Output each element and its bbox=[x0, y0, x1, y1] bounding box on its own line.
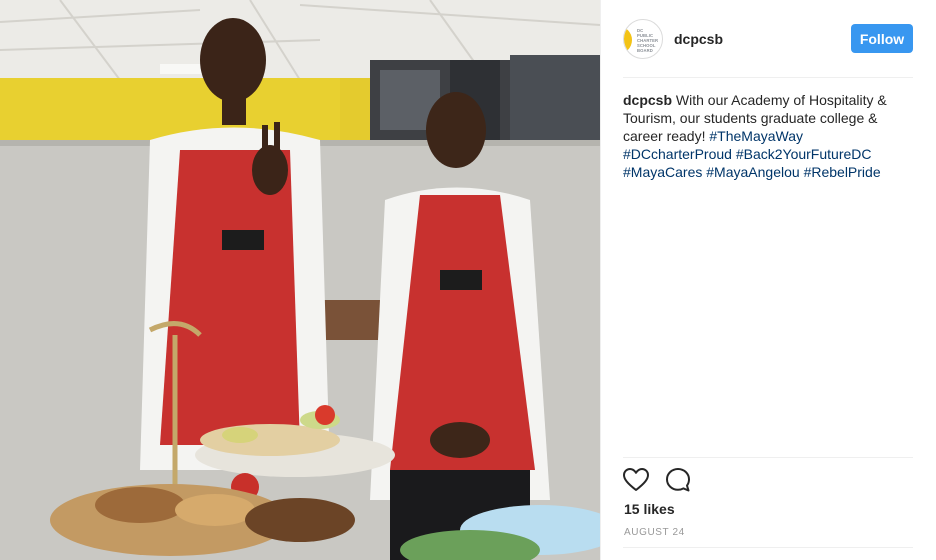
avatar-logo-text: DC PUBLIC CHARTER SCHOOL BOARD bbox=[637, 28, 659, 53]
avatar[interactable]: DC PUBLIC CHARTER SCHOOL BOARD bbox=[623, 19, 663, 59]
divider bbox=[623, 547, 913, 548]
hashtag-link[interactable]: #MayaCares bbox=[623, 164, 702, 180]
hashtag-link[interactable]: #MayaAngelou bbox=[706, 164, 799, 180]
post-header: DC PUBLIC CHARTER SCHOOL BOARD dcpcsb Fo… bbox=[623, 18, 913, 60]
divider bbox=[623, 457, 913, 458]
avatar-logo-ring bbox=[624, 26, 632, 54]
heart-icon[interactable] bbox=[623, 466, 649, 494]
caption-username[interactable]: dcpcsb bbox=[623, 92, 672, 108]
comment-icon[interactable] bbox=[665, 466, 691, 494]
photo-illustration bbox=[0, 0, 600, 560]
instagram-post: DC PUBLIC CHARTER SCHOOL BOARD dcpcsb Fo… bbox=[0, 0, 936, 560]
hashtag-link[interactable]: #TheMayaWay bbox=[709, 128, 803, 144]
hashtag-link[interactable]: #RebelPride bbox=[804, 164, 881, 180]
post-actions bbox=[623, 466, 691, 496]
hashtag-link[interactable]: #Back2YourFutureDC bbox=[736, 146, 872, 162]
post-photo[interactable] bbox=[0, 0, 600, 560]
post-caption: dcpcsb With our Academy of Hospitality &… bbox=[623, 91, 913, 181]
divider bbox=[623, 77, 913, 78]
follow-button[interactable]: Follow bbox=[851, 24, 913, 53]
post-side-panel: DC PUBLIC CHARTER SCHOOL BOARD dcpcsb Fo… bbox=[600, 0, 936, 560]
hashtag-link[interactable]: #DCcharterProud bbox=[623, 146, 732, 162]
likes-count[interactable]: 15 likes bbox=[624, 501, 675, 517]
post-date[interactable]: AUGUST 24 bbox=[624, 527, 685, 538]
header-username[interactable]: dcpcsb bbox=[674, 31, 723, 47]
